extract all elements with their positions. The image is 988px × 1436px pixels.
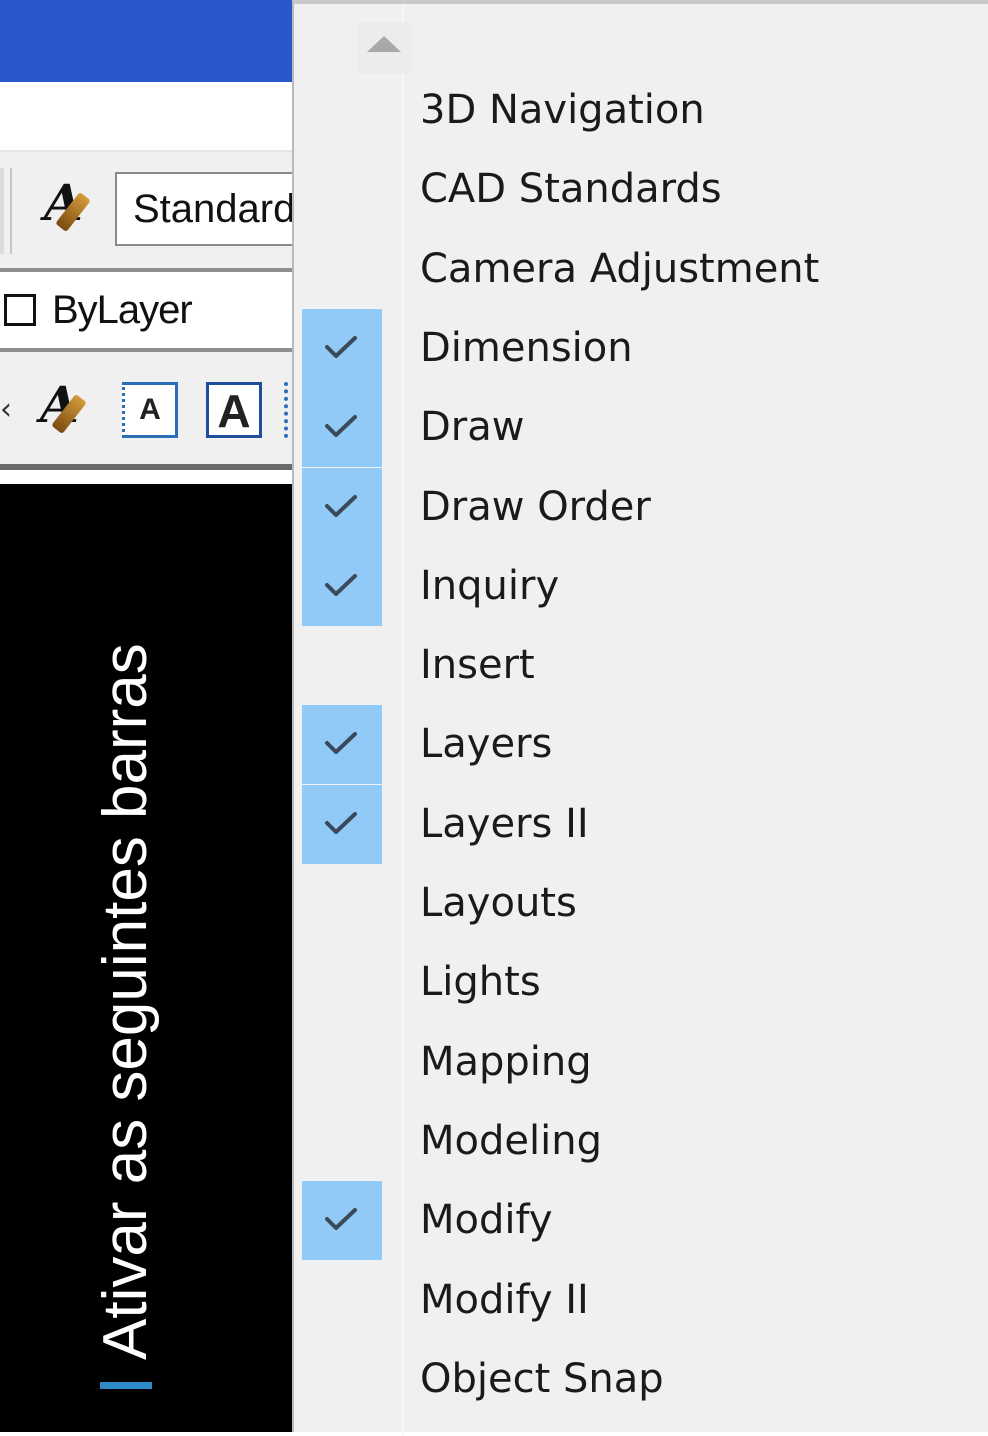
menu-item-label: Modify: [420, 1197, 553, 1243]
styles-toolbar: A Standard: [0, 150, 292, 270]
menu-item-label: Modify II: [420, 1277, 589, 1323]
toolbar-grip-handle[interactable]: [0, 168, 12, 254]
menu-item-modeling[interactable]: Modeling: [302, 1102, 988, 1181]
caption-accent-bar: [100, 1382, 152, 1389]
menu-item-label: Modeling: [420, 1118, 602, 1164]
menu-item-draw-order[interactable]: Draw Order: [302, 468, 988, 547]
menu-item-layouts[interactable]: Layouts: [302, 864, 988, 943]
checkmark-icon: [302, 785, 382, 864]
text-style-icon[interactable]: A: [44, 178, 91, 233]
menu-item-modify[interactable]: Modify: [302, 1181, 988, 1260]
checkmark-icon: [302, 705, 382, 784]
properties-toolbar: ByLayer: [0, 272, 292, 348]
check-gutter: [302, 71, 382, 150]
menu-item-label: 3D Navigation: [420, 87, 705, 133]
check-gutter: [302, 943, 382, 1022]
check-gutter: [302, 864, 382, 943]
menu-item-layers[interactable]: Layers: [302, 705, 988, 784]
checkmark-icon: [302, 388, 382, 467]
menu-scroll-up-button[interactable]: [357, 22, 412, 74]
color-swatch: [4, 294, 36, 326]
ribbon-blank-area: [0, 82, 292, 150]
triangle-up-icon: [367, 36, 401, 52]
menu-item-label: Mapping: [420, 1039, 592, 1085]
menu-item-dimension[interactable]: Dimension: [302, 309, 988, 388]
chevron-edge-icon: ‹: [0, 392, 12, 427]
check-gutter: [302, 1261, 382, 1340]
annotation-scale-icon[interactable]: A: [122, 382, 178, 438]
color-combobox[interactable]: ByLayer: [52, 286, 193, 334]
menu-item-label: Lights: [420, 959, 541, 1005]
toolbar-overflow-icon[interactable]: [284, 382, 292, 438]
menu-item-cad-standards[interactable]: CAD Standards: [302, 150, 988, 229]
menu-item-inquiry[interactable]: Inquiry: [302, 547, 988, 626]
check-gutter: [302, 1023, 382, 1102]
menu-item-lights[interactable]: Lights: [302, 943, 988, 1022]
text-style-combobox[interactable]: Standard: [115, 172, 292, 246]
check-gutter: [302, 1102, 382, 1181]
checkmark-icon: [302, 468, 382, 547]
check-gutter: [302, 1340, 382, 1419]
menu-item-label: Draw Order: [420, 484, 651, 530]
check-gutter: [302, 150, 382, 229]
menu-item-label: Layers: [420, 721, 553, 767]
checkmark-icon: [302, 1181, 382, 1260]
annotative-text-style-icon[interactable]: A: [40, 380, 87, 435]
toolbars-context-menu: 3D Navigation CAD Standards Camera Adjustm…: [292, 0, 988, 1436]
checkmark-icon: [302, 547, 382, 626]
check-gutter: [302, 626, 382, 705]
menu-item-label: CAD Standards: [420, 166, 722, 212]
menu-item-3d-navigation[interactable]: 3D Navigation: [302, 71, 988, 150]
window-titlebar: [0, 0, 292, 82]
text-frame-icon[interactable]: A: [206, 382, 262, 438]
slide-caption: Ativar as seguintes barras: [91, 643, 160, 1360]
menu-item-label: Camera Adjustment: [420, 246, 820, 292]
menu-item-label: Dimension: [420, 325, 633, 371]
menu-item-mapping[interactable]: Mapping: [302, 1023, 988, 1102]
menu-item-modify-ii[interactable]: Modify II: [302, 1261, 988, 1340]
menu-item-label: Inquiry: [420, 563, 560, 609]
menu-item-camera-adjustment[interactable]: Camera Adjustment: [302, 230, 988, 309]
menu-item-object-snap[interactable]: Object Snap: [302, 1340, 988, 1419]
menu-item-draw[interactable]: Draw: [302, 388, 988, 467]
menu-item-label: Object Snap: [420, 1356, 664, 1402]
annotation-toolbar: ‹ A A A: [0, 352, 292, 464]
menu-item-label: Layers II: [420, 801, 589, 847]
menu-item-label: Layouts: [420, 880, 577, 926]
menu-item-label: Insert: [420, 642, 535, 688]
menu-item-insert[interactable]: Insert: [302, 626, 988, 705]
autocad-window-strip: A Standard ByLayer ‹ A A A Ativar as seg…: [0, 0, 292, 1432]
checkmark-icon: [302, 309, 382, 388]
menu-item-label: Draw: [420, 404, 525, 450]
menu-item-layers-ii[interactable]: Layers II: [302, 785, 988, 864]
check-gutter: [302, 230, 382, 309]
